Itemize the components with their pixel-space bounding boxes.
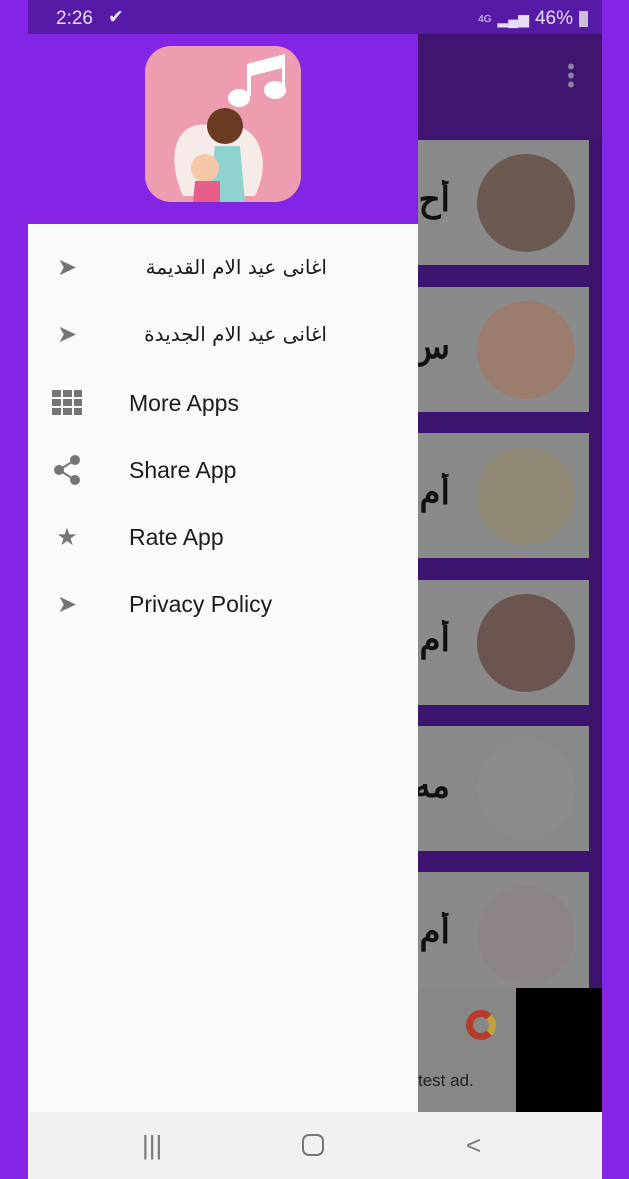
app-logo xyxy=(145,46,301,202)
drawer-item-label: Rate App xyxy=(129,523,224,550)
drawer-item-label: Share App xyxy=(129,456,237,483)
share-icon xyxy=(52,455,82,485)
download-done-icon: ✔ xyxy=(108,7,124,28)
drawer-header xyxy=(28,34,418,224)
drawer-item-rate-app[interactable]: ★ Rate App xyxy=(28,509,418,565)
thumbnail xyxy=(477,301,575,399)
drawer-item-label: Privacy Policy xyxy=(129,590,273,617)
status-bar: 2:26 ✔ 4G ▂▄▆ 46% xyxy=(28,0,602,34)
thumbnail xyxy=(477,740,575,838)
back-button[interactable]: < xyxy=(466,1130,481,1161)
overflow-menu-icon[interactable]: • • • xyxy=(565,56,577,96)
drawer-item-label: اغانى عيد الام القديمة xyxy=(145,255,327,279)
ad-logo-icon xyxy=(466,1010,496,1040)
list-item[interactable]: مه xyxy=(418,726,589,851)
list-item[interactable]: أم xyxy=(418,580,589,705)
list-item[interactable]: س xyxy=(418,287,589,412)
star-icon: ★ xyxy=(56,523,78,551)
send-icon: ➤ xyxy=(56,590,78,618)
thumbnail xyxy=(477,886,575,984)
drawer-item-label: اغانى عيد الام الجديدة xyxy=(144,322,327,346)
list-item[interactable]: أح xyxy=(418,140,589,265)
list-item[interactable]: أم xyxy=(418,433,589,558)
thumbnail xyxy=(477,594,575,692)
battery-level: 46% xyxy=(534,8,573,29)
list-item-title: أم xyxy=(419,474,451,512)
list-item-title: أم xyxy=(419,621,451,659)
grid-icon xyxy=(52,388,82,418)
status-time: 2:26 xyxy=(56,8,93,29)
ad-banner[interactable]: test ad. xyxy=(418,988,602,1112)
send-icon: ➤ xyxy=(56,320,78,348)
navigation-drawer: ➤ اغانى عيد الام القديمة ➤ اغانى عيد الام … xyxy=(28,34,418,1112)
send-icon: ➤ xyxy=(56,253,78,281)
drawer-item-label: More Apps xyxy=(129,389,239,416)
drawer-item-new-songs[interactable]: ➤ اغانى عيد الام الجديدة xyxy=(28,306,418,362)
drawer-item-more-apps[interactable]: More Apps xyxy=(28,375,418,431)
thumbnail xyxy=(477,447,575,545)
drawer-item-share-app[interactable]: Share App xyxy=(28,442,418,498)
drawer-item-old-songs[interactable]: ➤ اغانى عيد الام القديمة xyxy=(28,239,418,295)
list-item-title: أح xyxy=(418,181,450,219)
recent-apps-button[interactable]: ||| xyxy=(142,1130,162,1161)
network-type: 4G xyxy=(478,13,492,25)
thumbnail xyxy=(477,154,575,252)
list-item-title: أم xyxy=(419,913,451,951)
list-item-title: س xyxy=(418,328,450,366)
drawer-item-privacy-policy[interactable]: ➤ Privacy Policy xyxy=(28,576,418,632)
signal-icon: ▂▄▆ xyxy=(497,10,529,27)
phone-screen: 2:26 ✔ 4G ▂▄▆ 46% • • • أح س أم أم مه أم t… xyxy=(28,0,602,1179)
ad-text: test ad. xyxy=(418,1071,474,1090)
system-navigation-bar: ||| < xyxy=(28,1112,602,1179)
ad-image xyxy=(516,988,602,1112)
home-button[interactable] xyxy=(302,1134,324,1156)
battery-icon xyxy=(579,11,588,27)
list-item-title: مه xyxy=(418,767,450,805)
list-item[interactable]: أم xyxy=(418,872,589,988)
